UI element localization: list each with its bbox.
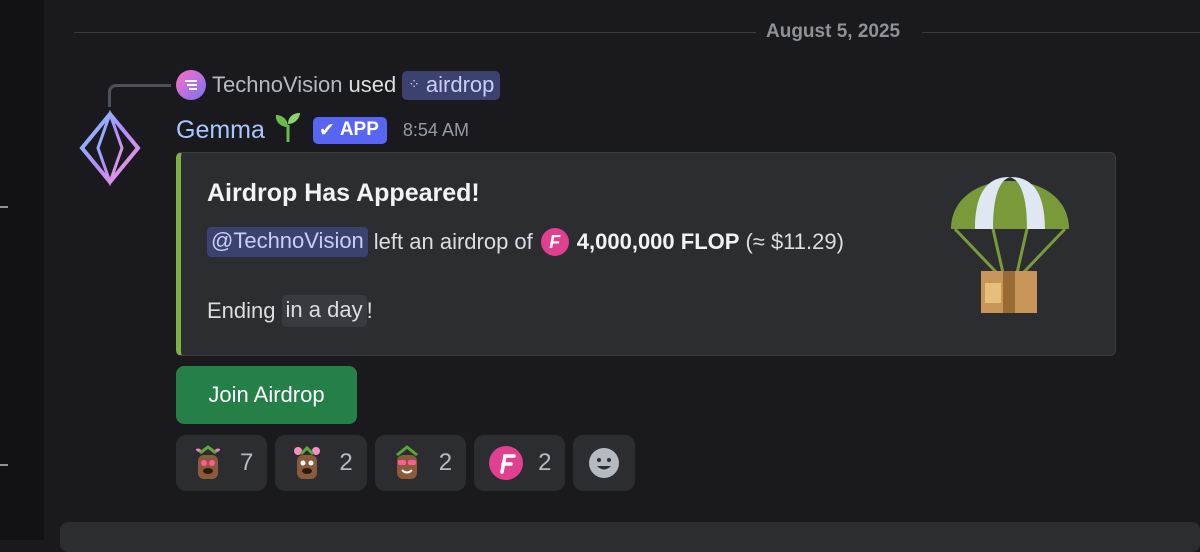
- command-chip[interactable]: ⁘ airdrop: [402, 70, 501, 100]
- embed-title: Airdrop Has Appeared!: [207, 179, 480, 207]
- server-sidebar: [0, 0, 44, 540]
- ending-timestamp[interactable]: in a day: [281, 295, 367, 327]
- plant-flowers-emoji-icon: [294, 445, 321, 479]
- flop-coin-icon: F: [540, 228, 569, 256]
- message-composer[interactable]: [60, 522, 1200, 552]
- reaction-button[interactable]: 7: [176, 435, 268, 491]
- reaction-count: 2: [339, 449, 353, 476]
- description-text: left an airdrop of: [373, 229, 533, 254]
- reaction-button[interactable]: 2: [474, 435, 566, 491]
- airdrop-amount: 4,000,000 FLOP: [576, 229, 740, 254]
- reaction-button[interactable]: 2: [374, 435, 467, 491]
- date-divider-line: [922, 32, 1200, 33]
- app-badge: ✔ APP: [312, 116, 387, 144]
- reply-connector: [108, 84, 171, 107]
- embed-description: @TechnoVision left an airdrop of F 4,000…: [207, 227, 844, 257]
- reaction-count: 2: [438, 449, 453, 476]
- sprout-icon: [273, 111, 303, 150]
- plant-sunglasses-emoji-icon: [395, 445, 418, 479]
- technovision-logo-icon: [185, 80, 197, 90]
- author-avatar[interactable]: [78, 109, 142, 187]
- author-username[interactable]: Gemma: [176, 116, 265, 145]
- referenced-username[interactable]: TechnoVision: [212, 72, 342, 98]
- verified-check-icon: ✔: [318, 119, 335, 141]
- referenced-user-avatar[interactable]: [176, 70, 206, 100]
- join-airdrop-button[interactable]: Join Airdrop: [176, 366, 357, 424]
- parachute-crate-icon: [951, 177, 1069, 313]
- reference-used-text: used: [348, 72, 397, 97]
- command-icon: ⁘: [408, 76, 420, 92]
- date-divider-line: [74, 32, 756, 33]
- plant-hearts-emoji-icon: [196, 445, 220, 479]
- date-divider-label: August 5, 2025: [766, 21, 901, 42]
- converted-value: (≈ $11.29): [745, 229, 844, 254]
- reactions-bar: 7 2 2 2: [176, 435, 636, 491]
- reaction-count: 2: [538, 449, 552, 476]
- ending-suffix: !: [366, 298, 373, 323]
- embed-ending: Ending in a day !: [207, 295, 373, 327]
- reaction-button[interactable]: 2: [275, 435, 367, 491]
- command-name: airdrop: [425, 71, 495, 97]
- app-badge-label: APP: [339, 119, 379, 140]
- reaction-count: 7: [240, 449, 254, 476]
- command-reference[interactable]: TechnoVision used ⁘ airdrop: [176, 68, 501, 102]
- message-timestamp[interactable]: 8:54 AM: [403, 120, 469, 141]
- sidebar-tick: [0, 464, 8, 466]
- add-reaction-button[interactable]: [573, 435, 636, 491]
- sidebar-tick: [0, 206, 8, 208]
- user-mention[interactable]: @TechnoVision: [207, 227, 368, 257]
- airdrop-embed: Airdrop Has Appeared! @TechnoVision left…: [176, 152, 1116, 356]
- flop-coin-emoji-icon: [489, 446, 524, 480]
- ending-prefix: Ending: [207, 298, 276, 323]
- smiley-icon: [589, 448, 620, 478]
- message-header: Gemma ✔ APP 8:54 AM: [176, 112, 469, 148]
